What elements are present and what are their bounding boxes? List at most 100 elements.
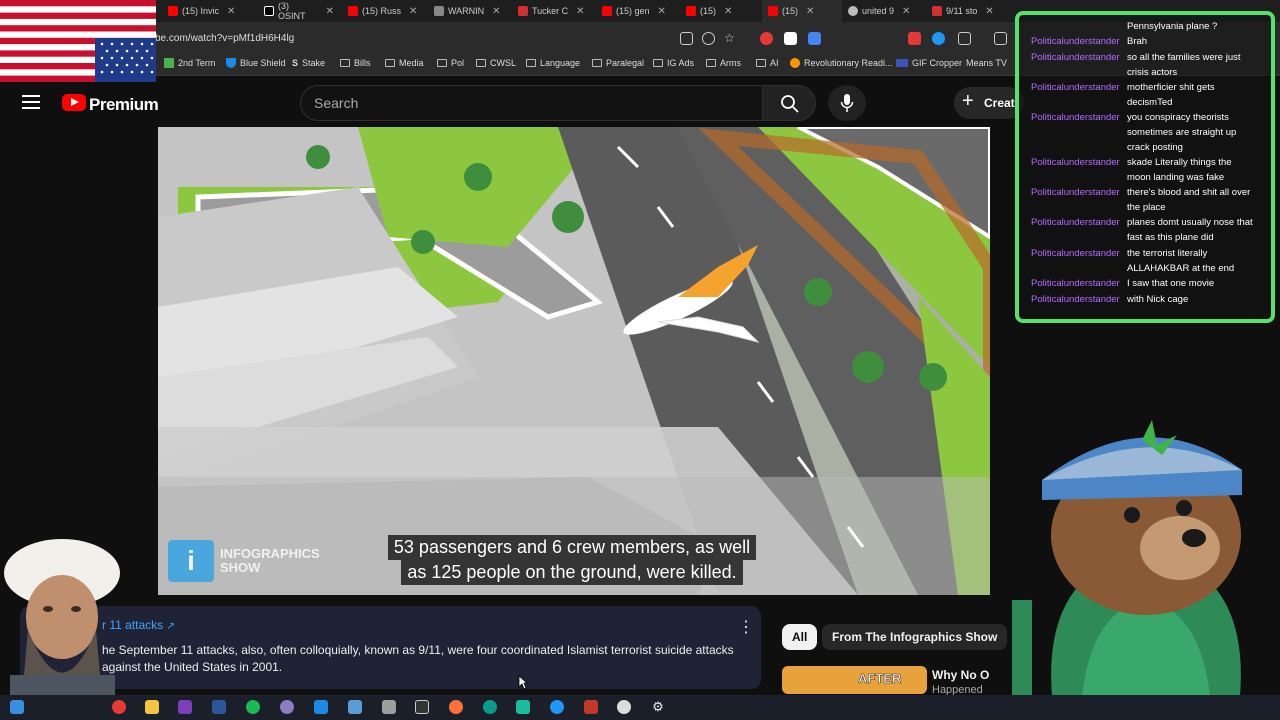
recommended-video-title[interactable]: Why No O — [932, 668, 989, 682]
video-player[interactable] — [158, 127, 990, 595]
onenote-icon[interactable] — [178, 700, 192, 714]
bookmark-item[interactable]: Means TV — [966, 58, 1007, 68]
create-button[interactable]: Creat — [954, 87, 1024, 119]
windows-start-icon[interactable] — [10, 700, 24, 714]
close-tab-icon[interactable]: ✕ — [806, 6, 814, 17]
close-tab-icon[interactable]: ✕ — [985, 6, 993, 17]
spotify-icon[interactable] — [246, 700, 260, 714]
youtube-premium-wordmark[interactable]: Premium — [89, 95, 159, 115]
extension-icon[interactable] — [908, 32, 921, 45]
star-icon[interactable]: ☆ — [724, 32, 737, 45]
menu-icon[interactable] — [22, 95, 40, 109]
firefox-icon[interactable] — [449, 700, 463, 714]
browser-tab[interactable]: (3) OSINT ✕ — [258, 0, 340, 22]
chat-message: Politicalunderstander with Nick cage — [1031, 294, 1189, 305]
bookmark-favicon-icon — [790, 58, 800, 68]
close-tab-icon[interactable]: ✕ — [902, 6, 910, 17]
edge-icon[interactable] — [483, 700, 497, 714]
close-tab-icon[interactable]: ✕ — [326, 6, 334, 17]
url-field[interactable]: be.com/watch?v=pMf1dH6H4lg — [155, 33, 294, 44]
youtube-logo-icon[interactable] — [62, 94, 86, 111]
shield-icon — [226, 58, 236, 68]
settings-icon[interactable]: ⚙ — [651, 700, 665, 714]
bookmark-folder[interactable]: CWSL — [476, 58, 516, 68]
browser-tab[interactable]: (15) Invic ✕ — [162, 0, 252, 22]
external-link-icon: ↗ — [166, 621, 175, 632]
app-icon[interactable] — [516, 700, 530, 714]
extensions-puzzle-icon[interactable] — [958, 32, 971, 45]
close-tab-icon[interactable]: ✕ — [492, 6, 500, 17]
close-tab-icon[interactable]: ✕ — [409, 6, 417, 17]
close-tab-icon[interactable]: ✕ — [724, 6, 732, 17]
us-flag-overlay — [0, 0, 156, 82]
browser-tab[interactable]: Tucker C ✕ — [512, 0, 596, 22]
chat-username: Politicalunderstander — [1031, 112, 1120, 123]
windows-taskbar — [0, 695, 1280, 720]
browser-tab[interactable]: (15) ✕ — [680, 0, 764, 22]
messenger-icon[interactable] — [550, 700, 564, 714]
browser-tab[interactable]: 9/11 sto ✕ — [926, 0, 1006, 22]
bookmark-folder[interactable]: AI — [756, 58, 779, 68]
bookmark-item[interactable]: GIF Cropper — [896, 58, 962, 68]
infographics-logo: i — [168, 540, 214, 582]
epic-games-icon[interactable] — [415, 700, 429, 714]
voice-search-button[interactable] — [828, 85, 866, 121]
folder-icon — [653, 59, 663, 67]
app-icon[interactable] — [617, 700, 631, 714]
browser-tab[interactable]: (15) gen ✕ — [596, 0, 680, 22]
bookmark-item[interactable]: Blue Shield — [226, 58, 286, 68]
browser-tab-active[interactable]: (15) ✕ — [762, 0, 842, 22]
search-box[interactable] — [300, 85, 763, 121]
bookmark-folder[interactable]: Language — [526, 58, 580, 68]
app-icon[interactable] — [382, 700, 396, 714]
bookmark-item[interactable]: Revolutionary Readi... — [790, 58, 893, 68]
app-icon[interactable] — [280, 700, 294, 714]
extension-icon[interactable] — [760, 32, 773, 45]
bookmark-folder[interactable]: Paralegal — [592, 58, 644, 68]
recommended-video-thumbnail[interactable] — [782, 666, 927, 694]
zoom-icon[interactable] — [702, 32, 715, 45]
chat-message: Politicalunderstander I saw that one movi… — [1031, 278, 1215, 289]
chip-from-channel[interactable]: From The Infographics Show — [822, 624, 1008, 650]
youtube-favicon-icon — [168, 6, 178, 16]
youtube-favicon-icon — [602, 6, 612, 16]
app-icon[interactable] — [584, 700, 598, 714]
browser-tab[interactable]: WARNIN ✕ — [428, 0, 512, 22]
stake-icon: S — [292, 58, 299, 68]
bookmark-folder[interactable]: Arms — [706, 58, 741, 68]
extension-icon[interactable] — [784, 32, 797, 45]
close-tab-icon[interactable]: ✕ — [658, 6, 666, 17]
close-tab-icon[interactable]: ✕ — [227, 6, 235, 17]
app-icon[interactable] — [348, 700, 362, 714]
app-icon[interactable] — [314, 700, 328, 714]
site-favicon-icon — [932, 6, 942, 16]
extension-icon[interactable] — [808, 32, 821, 45]
bookmark-folder[interactable]: Bills — [340, 58, 371, 68]
info-panel-text: he September 11 attacks, also, often col… — [102, 643, 734, 674]
extension-icon[interactable] — [932, 32, 945, 45]
browser-tab[interactable]: united 9 ✕ — [842, 0, 926, 22]
sidebar-icon[interactable] — [994, 32, 1007, 45]
word-icon[interactable] — [212, 700, 226, 714]
caption-line: as 125 people on the ground, were killed… — [401, 560, 743, 585]
browser-tab[interactable]: (15) Russ ✕ — [342, 0, 426, 22]
bookmark-folder[interactable]: Media — [385, 58, 424, 68]
chat-message: Politicalunderstander you conspiracy theo… — [1031, 112, 1237, 153]
mic-icon — [840, 94, 854, 112]
bookmark-folder[interactable]: IG Ads — [653, 58, 694, 68]
bookmark-folder[interactable]: Pol — [437, 58, 464, 68]
search-input[interactable]: Search — [314, 95, 358, 111]
bookmark-item[interactable]: S Stake — [292, 58, 325, 68]
folder-icon[interactable] — [145, 700, 159, 714]
close-tab-icon[interactable]: ✕ — [576, 6, 584, 17]
chip-all[interactable]: All — [782, 624, 818, 650]
site-favicon-icon — [848, 6, 858, 16]
mouse-cursor-icon — [518, 675, 528, 690]
bookmark-item[interactable]: 2nd Term — [164, 58, 215, 68]
chat-message: Politicalunderstander skade Literally thi… — [1031, 157, 1232, 183]
cast-icon[interactable] — [680, 32, 693, 45]
chat-message: Politicalunderstander motherficier shit g… — [1031, 82, 1215, 108]
search-button[interactable] — [762, 85, 816, 121]
more-vert-icon[interactable]: ⋮ — [738, 617, 754, 637]
chrome-icon[interactable] — [112, 700, 126, 714]
